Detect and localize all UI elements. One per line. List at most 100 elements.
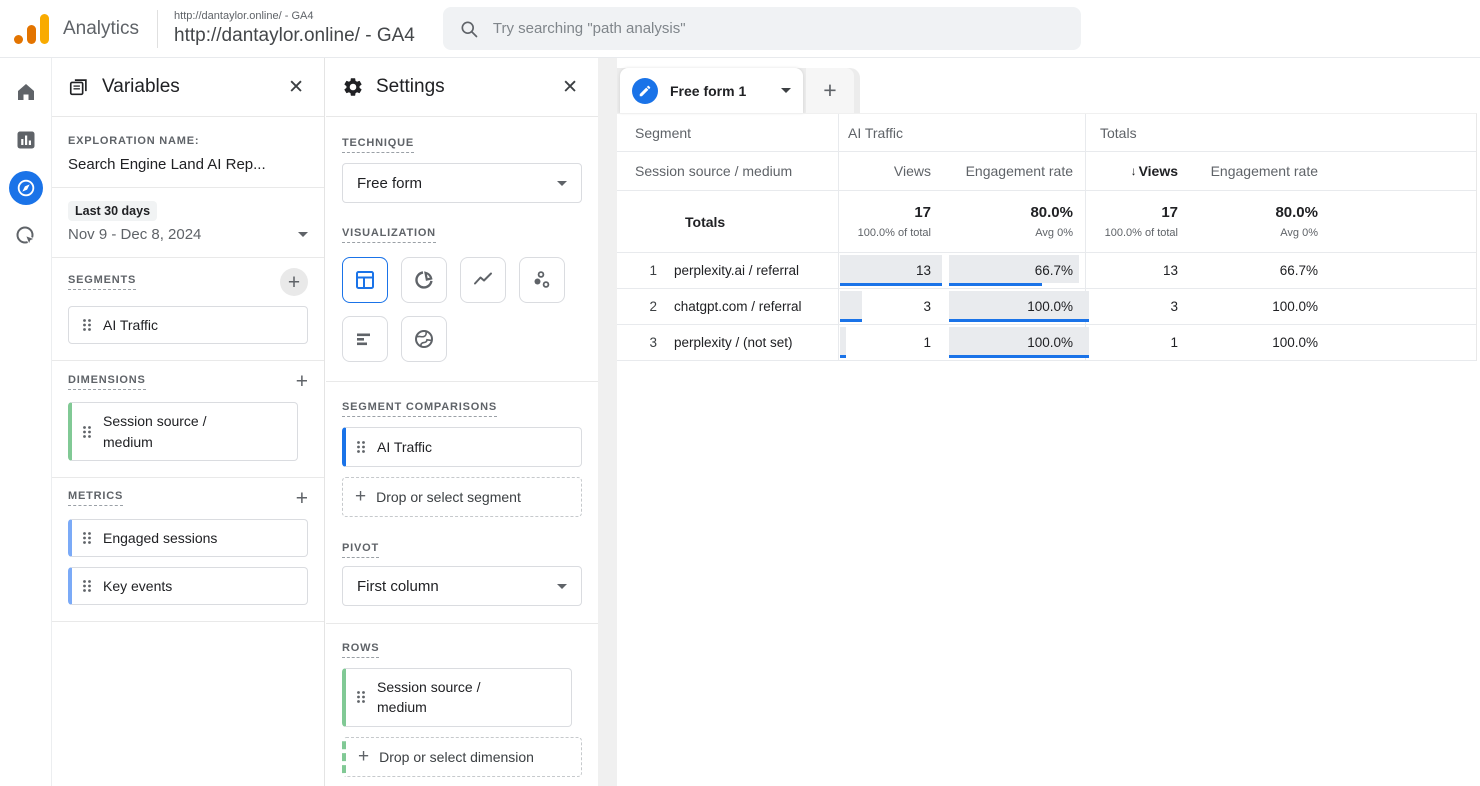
cell-grand-views: 1 xyxy=(1086,325,1190,360)
horizontal-bar-icon xyxy=(353,327,377,351)
pivot-label: PIVOT xyxy=(342,542,379,558)
metric-chip[interactable]: Key events xyxy=(68,567,308,605)
scatter-chart-icon xyxy=(530,268,554,292)
metric-chip[interactable]: Engaged sessions xyxy=(68,519,308,557)
nav-explore-button[interactable] xyxy=(6,168,46,208)
subheader-ai-views[interactable]: Views xyxy=(838,152,943,190)
dimension-chip[interactable]: Session source / medium xyxy=(68,402,298,461)
totals-label: Totals xyxy=(617,191,838,252)
property-name-large: http://dantaylor.online/ - GA4 xyxy=(174,24,415,48)
exploration-canvas: Free form 1 + Segment AI Traffic Totals … xyxy=(617,58,1480,786)
add-metric-button[interactable]: + xyxy=(296,488,308,509)
technique-section: TECHNIQUE Free form VISUALIZATION xyxy=(326,117,598,362)
tab-label: Free form 1 xyxy=(670,83,775,99)
tab-pencil-badge xyxy=(632,78,658,104)
variables-header: Variables ✕ xyxy=(52,58,324,117)
date-caret-icon xyxy=(298,232,308,237)
cell-ai-views: 13 xyxy=(838,253,943,288)
group-header-ai-traffic: AI Traffic xyxy=(838,114,1085,151)
drop-segment-text: Drop or select segment xyxy=(376,489,521,505)
table-row[interactable]: 1 perplexity.ai / referral 13 66.7% 13 6… xyxy=(617,253,1476,289)
date-range-section[interactable]: Last 30 days Nov 9 - Dec 8, 2024 xyxy=(52,188,324,257)
table-row[interactable]: 2 chatgpt.com / referral 3 100.0% 3 100.… xyxy=(617,289,1476,325)
cell-ai-engagement-rate: 100.0% xyxy=(943,289,1085,324)
variables-title: Variables xyxy=(102,76,284,98)
ga4-explorations-app: Analytics http://dantaylor.online/ - GA4… xyxy=(0,0,1480,786)
settings-panel: Settings ✕ TECHNIQUE Free form VISUALIZA… xyxy=(326,58,598,786)
date-range-value: Nov 9 - Dec 8, 2024 xyxy=(68,226,201,243)
totals-ai-views: 17 100.0% of total xyxy=(838,191,943,252)
viz-donut-button[interactable] xyxy=(401,257,447,303)
dimension-chip-label: Session source / medium xyxy=(103,411,253,452)
drag-handle-icon xyxy=(81,578,93,594)
technique-select[interactable]: Free form xyxy=(342,163,582,203)
cell-ai-views: 3 xyxy=(838,289,943,324)
metrics-section: METRICS + Engaged sessions Key events xyxy=(52,478,324,622)
row-index: 3 xyxy=(617,335,657,350)
row-source: perplexity.ai / referral xyxy=(674,263,799,278)
nav-home-button[interactable] xyxy=(6,72,46,112)
add-segment-button[interactable]: + xyxy=(280,268,308,296)
totals-grand-views: 17 100.0% of total xyxy=(1085,191,1190,252)
global-search[interactable] xyxy=(443,7,1081,50)
visualization-label: VISUALIZATION xyxy=(342,227,436,243)
variables-icon xyxy=(68,76,90,98)
subheader-dimension[interactable]: Session source / medium xyxy=(617,152,838,190)
donut-chart-icon xyxy=(412,268,436,292)
drag-handle-icon xyxy=(355,689,367,705)
viz-geo-button[interactable] xyxy=(401,316,447,362)
tab-free-form-1[interactable]: Free form 1 xyxy=(620,68,803,113)
add-dimension-button[interactable]: + xyxy=(296,371,308,392)
metric-chip-label: Engaged sessions xyxy=(103,528,217,548)
property-switcher[interactable]: http://dantaylor.online/ - GA4 http://da… xyxy=(174,10,415,48)
row-index: 2 xyxy=(617,299,657,314)
table-totals-row: Totals 17 100.0% of total 80.0% Avg 0% 1… xyxy=(617,191,1476,253)
advertising-icon xyxy=(14,224,38,248)
viz-table-button[interactable] xyxy=(342,257,388,303)
variables-close-icon[interactable]: ✕ xyxy=(284,74,308,101)
drop-segment-zone[interactable]: + Drop or select segment xyxy=(342,477,582,517)
row-index: 1 xyxy=(617,263,657,278)
dimensions-label: DIMENSIONS xyxy=(68,374,146,390)
drag-handle-icon xyxy=(81,530,93,546)
drop-dimension-zone[interactable]: + Drop or select dimension xyxy=(342,737,582,777)
metric-chip-label: Key events xyxy=(103,576,172,596)
pivot-value: First column xyxy=(357,578,439,595)
subheader-totals-engagement-rate[interactable]: Engagement rate xyxy=(1190,152,1330,190)
chevron-down-icon xyxy=(557,181,567,186)
nav-reports-button[interactable] xyxy=(6,120,46,160)
viz-line-button[interactable] xyxy=(460,257,506,303)
subheader-totals-views-sorted[interactable]: ↓ Views xyxy=(1085,152,1190,190)
panel-gap xyxy=(598,58,617,786)
settings-title: Settings xyxy=(376,76,558,98)
tab-chevron-down-icon xyxy=(781,88,791,93)
add-tab-button[interactable]: + xyxy=(806,68,854,113)
table-group-header-row: Segment AI Traffic Totals xyxy=(617,114,1476,152)
table-chart-icon xyxy=(353,268,377,292)
viz-bar-button[interactable] xyxy=(342,316,388,362)
metrics-label: METRICS xyxy=(68,490,123,506)
exploration-name-value[interactable]: Search Engine Land AI Rep... xyxy=(68,156,308,173)
geo-map-icon xyxy=(412,327,436,351)
viz-scatter-button[interactable] xyxy=(519,257,565,303)
analytics-logo-icon[interactable] xyxy=(14,14,52,44)
drag-handle-icon xyxy=(355,439,367,455)
dimensions-section: DIMENSIONS + Session source / medium xyxy=(52,361,324,477)
rows-dimension-chip[interactable]: Session source / medium xyxy=(342,668,572,727)
nav-advertising-button[interactable] xyxy=(6,216,46,256)
table-row[interactable]: 3 perplexity / (not set) 1 100.0% 1 100.… xyxy=(617,325,1476,361)
settings-close-icon[interactable]: ✕ xyxy=(558,74,582,101)
pivot-select[interactable]: First column xyxy=(342,566,582,606)
rows-label: ROWS xyxy=(342,642,379,658)
explore-active-badge xyxy=(9,171,43,205)
subheader-ai-engagement-rate[interactable]: Engagement rate xyxy=(943,152,1085,190)
segments-section: SEGMENTS + AI Traffic xyxy=(52,258,324,360)
rows-section: ROWS Session source / medium + Drop or s… xyxy=(326,624,598,786)
group-header-totals: Totals xyxy=(1085,114,1476,151)
home-icon xyxy=(14,80,38,104)
cell-ai-engagement-rate: 100.0% xyxy=(943,325,1085,360)
segment-comparison-chip[interactable]: AI Traffic xyxy=(342,427,582,467)
segment-chip[interactable]: AI Traffic xyxy=(68,306,308,344)
search-input[interactable] xyxy=(493,20,1065,37)
group-header-segment: Segment xyxy=(617,114,838,151)
